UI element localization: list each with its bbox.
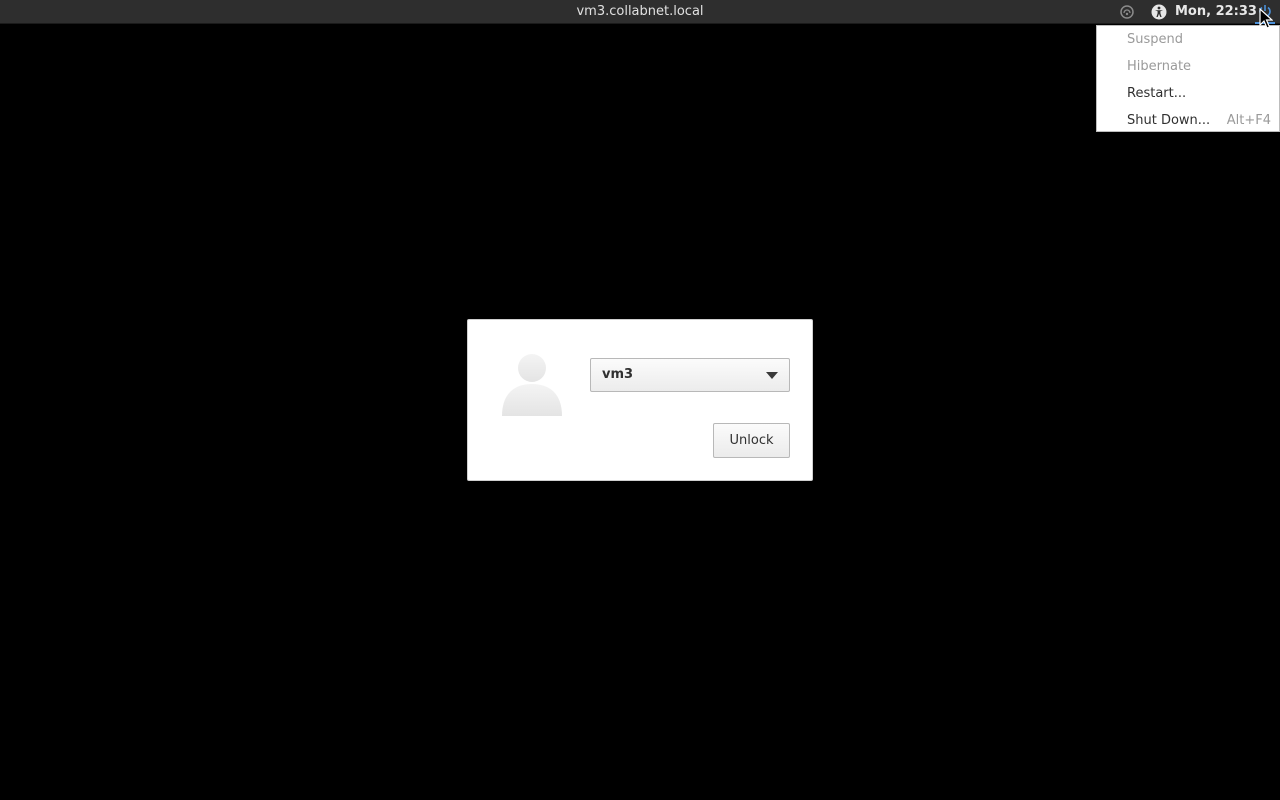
unlock-button[interactable]: Unlock xyxy=(713,423,790,458)
menu-item-label: Suspend xyxy=(1127,32,1184,47)
menu-item-shut-down[interactable]: Shut Down... Alt+F4 xyxy=(1097,107,1279,134)
menu-item-label: Hibernate xyxy=(1127,59,1192,74)
shortcut-label: Alt+F4 xyxy=(1226,113,1271,128)
accessibility-icon xyxy=(1151,4,1167,20)
host-title: vm3.collabnet.local xyxy=(576,4,704,19)
network-indicator[interactable] xyxy=(1116,0,1138,24)
user-select[interactable]: vm3 xyxy=(590,358,790,392)
chevron-down-icon xyxy=(766,372,778,379)
network-offline-icon xyxy=(1120,5,1134,19)
menu-item-label: Restart... xyxy=(1127,86,1187,101)
user-select-value: vm3 xyxy=(602,367,634,382)
top-panel: vm3.collabnet.local Mon, 22:33 xyxy=(0,0,1280,24)
power-menu: Suspend Hibernate Restart... Shut Down..… xyxy=(1096,25,1280,132)
mouse-pointer-icon xyxy=(1259,8,1273,29)
menu-item-restart[interactable]: Restart... xyxy=(1097,80,1279,107)
menu-item-hibernate[interactable]: Hibernate xyxy=(1097,53,1279,80)
menu-item-label: Shut Down... xyxy=(1127,113,1211,128)
menu-item-suspend[interactable]: Suspend xyxy=(1097,26,1279,53)
avatar-icon xyxy=(502,354,562,416)
clock[interactable]: Mon, 22:33 xyxy=(1175,0,1257,24)
accessibility-indicator[interactable] xyxy=(1148,0,1170,24)
lock-dialog: vm3 Unlock xyxy=(467,319,813,481)
